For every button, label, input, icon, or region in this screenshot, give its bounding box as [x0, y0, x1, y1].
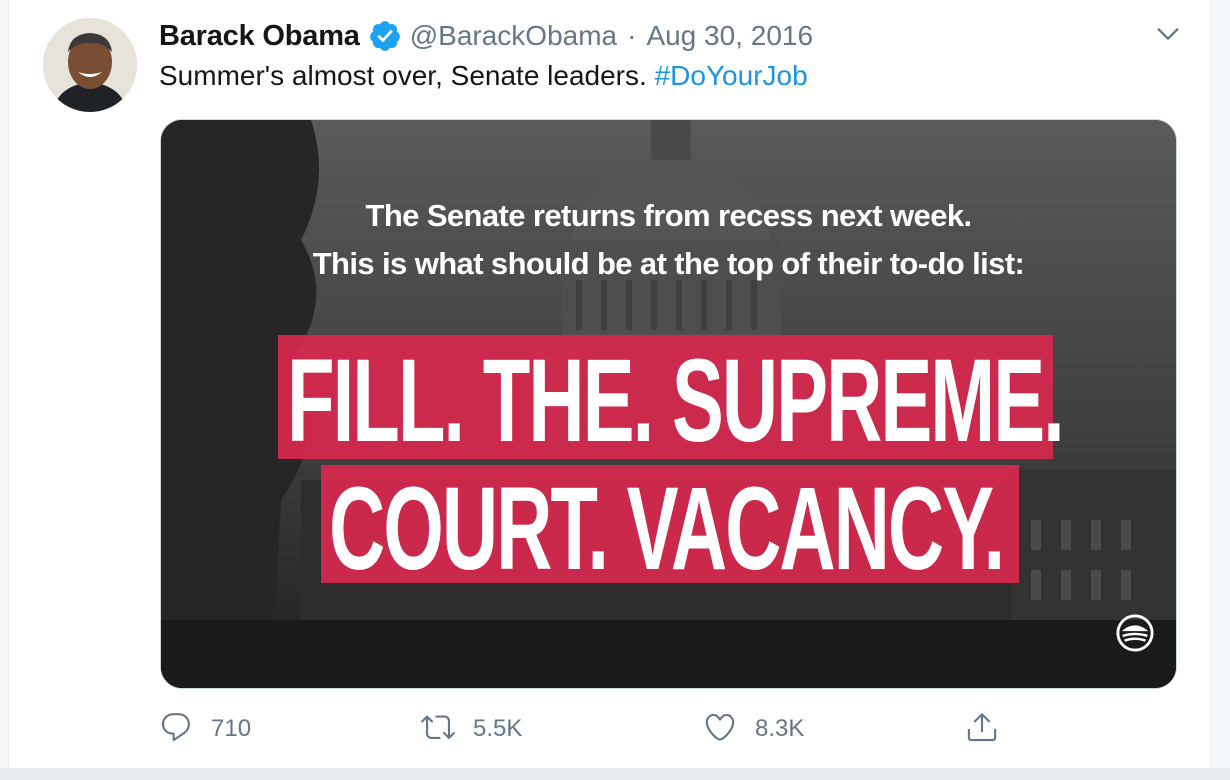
tweet-card[interactable]: Barack Obama @BarackObama · Aug 30, 2016…	[8, 0, 1211, 768]
avatar[interactable]	[43, 18, 137, 112]
headline-line-1: FILL. THE. SUPREME.	[287, 335, 1065, 467]
image-caption-line-2: This is what should be at the top of the…	[312, 246, 1025, 281]
tweet-actions: 710 5.5K 8.3K	[159, 706, 1179, 752]
headline-line-2: COURT. VACANCY.	[329, 463, 1005, 595]
author-handle[interactable]: @BarackObama	[410, 20, 617, 52]
tweet-body: Summer's almost over, Senate leaders.	[159, 60, 647, 91]
heart-icon	[703, 710, 737, 749]
chevron-down-icon[interactable]	[1154, 20, 1182, 48]
retweet-count: 5.5K	[473, 715, 523, 742]
retweet-icon	[421, 710, 455, 749]
timeline-divider	[0, 768, 1230, 780]
headline-row-2: COURT. VACANCY.	[329, 463, 1176, 595]
verified-badge-icon	[368, 19, 402, 53]
like-button[interactable]: 8.3K	[703, 706, 804, 752]
tweet-date[interactable]: Aug 30, 2016	[646, 20, 813, 52]
reply-count: 710	[211, 715, 252, 742]
reply-icon	[159, 710, 193, 749]
reply-button[interactable]: 710	[159, 706, 251, 752]
tweet-header: Barack Obama @BarackObama · Aug 30, 2016	[159, 16, 813, 56]
author-name[interactable]: Barack Obama	[159, 20, 360, 53]
image-caption-line-1: The Senate returns from recess next week…	[365, 198, 973, 233]
headline-row-1: FILL. THE. SUPREME.	[287, 335, 1176, 467]
retweet-button[interactable]: 5.5K	[421, 706, 522, 752]
avatar-photo-icon	[43, 18, 137, 112]
share-button[interactable]	[965, 706, 999, 752]
hashtag-link[interactable]: #DoYourJob	[655, 60, 808, 91]
obama-logo-icon	[1116, 614, 1154, 652]
tweet-text: Summer's almost over, Senate leaders. #D…	[159, 60, 808, 92]
share-icon	[965, 710, 999, 749]
tweet-image[interactable]: The Senate returns from recess next week…	[160, 119, 1177, 689]
like-count: 8.3K	[755, 715, 805, 742]
separator-dot: ·	[627, 20, 637, 51]
